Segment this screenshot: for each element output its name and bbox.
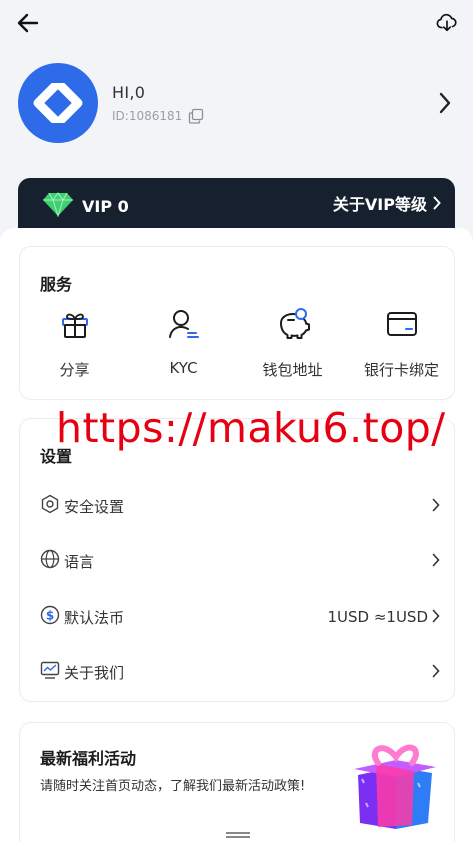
service-share[interactable]: 分享	[20, 307, 129, 380]
chevron-right-icon	[432, 663, 440, 682]
drag-handle[interactable]	[226, 832, 250, 838]
settings-row-label: 默认法币	[64, 608, 125, 627]
diamond-icon	[42, 191, 74, 221]
promo-subtitle: 请随时关注首页动态，了解我们最新活动政策!	[40, 779, 306, 794]
chevron-right-icon	[432, 497, 440, 516]
gift-icon	[58, 307, 92, 345]
settings-row-label: 语言	[64, 552, 95, 571]
vip-about-link[interactable]: 关于VIP等级	[333, 191, 441, 215]
top-bar	[0, 0, 473, 46]
service-bank-card[interactable]: 银行卡绑定	[347, 307, 456, 380]
piggy-bank-icon	[275, 307, 311, 345]
download-icon[interactable]	[433, 9, 461, 37]
chevron-right-icon	[432, 552, 440, 571]
service-label: KYC	[169, 359, 198, 377]
user-name: HI,0	[112, 82, 146, 102]
vip-level: VIP 0	[42, 191, 129, 221]
user-verify-icon	[167, 307, 201, 345]
chevron-right-icon	[432, 608, 440, 627]
user-id-row: ID:1086181	[112, 108, 432, 124]
bank-card-icon	[385, 307, 419, 345]
promo-card[interactable]: 最新福利活动 请随时关注首页动态，了解我们最新活动政策!	[19, 722, 455, 842]
user-id: ID:1086181	[112, 108, 183, 123]
service-label: 银行卡绑定	[363, 361, 439, 379]
service-label: 分享	[59, 361, 90, 379]
settings-card: 设置 安全设置 语言 $ 默认法币 1USD ≈1USD 关于我们	[19, 418, 455, 702]
services-card: 服务 分享 KYC 钱包地址 银行卡绑定	[19, 246, 455, 400]
dollar-icon: $	[40, 605, 60, 629]
vip-label: VIP 0	[82, 196, 129, 216]
settings-row-label: 关于我们	[64, 663, 125, 682]
chevron-right-icon[interactable]	[432, 90, 458, 116]
globe-icon	[40, 549, 60, 573]
settings-row-language[interactable]: 语言	[40, 546, 440, 576]
promo-text: 最新福利活动 请随时关注首页动态，了解我们最新活动政策!	[40, 745, 305, 794]
profile-page: HI,0 ID:1086181 VIP 0 关于VIP等级 服务 分享 KYC …	[0, 0, 473, 842]
settings-row-value: 1USD ≈1USD	[327, 608, 428, 626]
settings-row-about-us[interactable]: 关于我们	[40, 657, 440, 687]
settings-row-default-currency[interactable]: $ 默认法币 1USD ≈1USD	[40, 602, 440, 632]
service-kyc[interactable]: KYC	[129, 307, 238, 380]
settings-row-label: 安全设置	[64, 497, 125, 516]
vip-bar[interactable]: VIP 0 关于VIP等级	[18, 178, 455, 234]
profile-info: HI,0 ID:1086181	[112, 83, 432, 124]
monitor-chart-icon	[40, 660, 60, 684]
services-grid: 分享 KYC 钱包地址 银行卡绑定	[20, 307, 456, 380]
gift-box-image	[348, 739, 438, 835]
vip-about-label: 关于VIP等级	[332, 195, 427, 214]
promo-title: 最新福利活动	[40, 749, 137, 768]
service-label: 钱包地址	[262, 361, 323, 379]
copy-icon[interactable]	[188, 108, 204, 124]
chevron-right-icon	[433, 196, 441, 210]
arrow-left-icon[interactable]	[14, 9, 42, 37]
hexagon-shield-icon	[40, 494, 60, 518]
settings-row-security[interactable]: 安全设置	[40, 491, 440, 521]
avatar[interactable]	[18, 63, 98, 143]
watermark-url: https://maku6.top/	[56, 404, 446, 452]
profile-header[interactable]: HI,0 ID:1086181	[18, 62, 458, 144]
svg-text:$: $	[46, 609, 54, 623]
service-wallet-address[interactable]: 钱包地址	[238, 307, 347, 380]
services-title: 服务	[40, 275, 73, 294]
